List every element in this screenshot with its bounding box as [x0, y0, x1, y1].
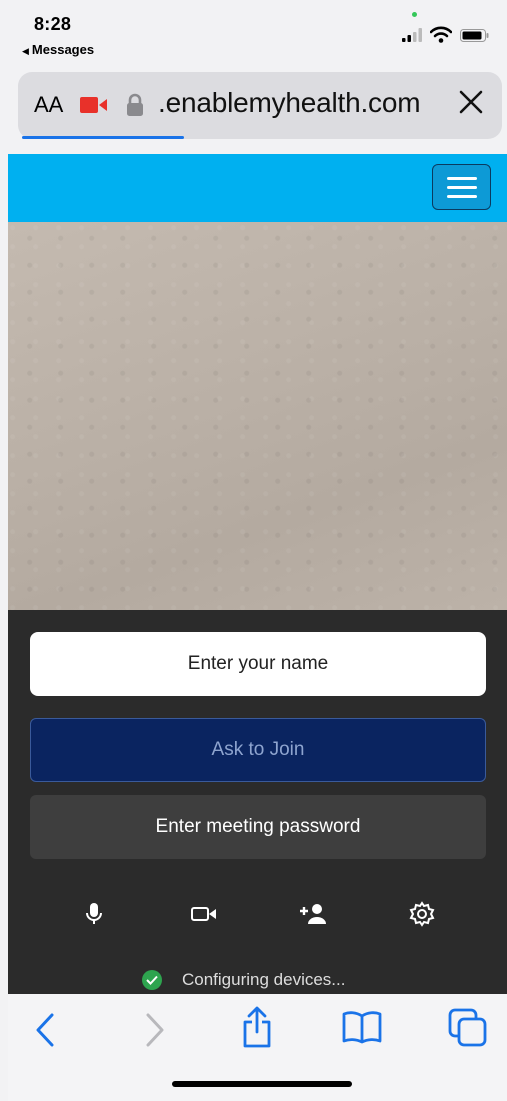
- url-text[interactable]: .enablemyhealth.com: [158, 87, 421, 119]
- address-bar[interactable]: AA .enablemyhealth.com: [18, 72, 502, 139]
- battery-icon: [460, 29, 489, 42]
- tabs-icon[interactable]: [448, 1008, 488, 1048]
- close-icon[interactable]: [458, 89, 484, 115]
- prejoin-panel: Ask to Join Enter meeting password: [8, 610, 507, 994]
- browser-toolbar: [8, 994, 507, 1101]
- microphone-icon: [86, 903, 102, 924]
- back-icon[interactable]: [34, 1012, 56, 1048]
- video-camera-icon: [191, 907, 216, 921]
- page-load-progress: [22, 136, 184, 139]
- status-bar: 8:28 ◀ Messages: [0, 0, 507, 66]
- cellular-signal-icon: [402, 28, 422, 42]
- device-status-text: Configuring devices...: [182, 970, 346, 989]
- camera-active-icon[interactable]: [80, 97, 108, 113]
- status-time: 8:28: [34, 14, 72, 34]
- ask-to-join-button[interactable]: Ask to Join: [30, 718, 486, 782]
- check-icon: [142, 970, 162, 990]
- camera-toggle-button[interactable]: [188, 900, 220, 928]
- forward-icon[interactable]: [144, 1012, 166, 1048]
- hamburger-menu-button[interactable]: [432, 164, 491, 210]
- settings-button[interactable]: [406, 900, 438, 928]
- camera-preview: [8, 222, 507, 610]
- settings-icon: [409, 901, 435, 927]
- microphone-button[interactable]: [78, 900, 110, 928]
- invite-button[interactable]: [297, 900, 329, 928]
- meeting-password-button[interactable]: Enter meeting password: [30, 795, 486, 859]
- camera-in-use-indicator: [412, 12, 417, 17]
- back-to-app-link[interactable]: ◀ Messages: [22, 42, 94, 57]
- page-header: [8, 154, 507, 222]
- name-input[interactable]: [30, 632, 486, 696]
- lock-icon: [127, 93, 143, 116]
- home-indicator: [172, 1081, 352, 1087]
- device-status: Configuring devices...: [142, 970, 345, 990]
- back-triangle-icon: ◀: [22, 46, 29, 56]
- wifi-icon: [430, 26, 452, 43]
- back-app-label: Messages: [31, 42, 95, 57]
- text-size-button[interactable]: AA: [34, 92, 63, 118]
- share-icon[interactable]: [241, 1006, 273, 1048]
- bookmarks-icon[interactable]: [342, 1010, 382, 1044]
- add-participant-icon: [300, 904, 326, 924]
